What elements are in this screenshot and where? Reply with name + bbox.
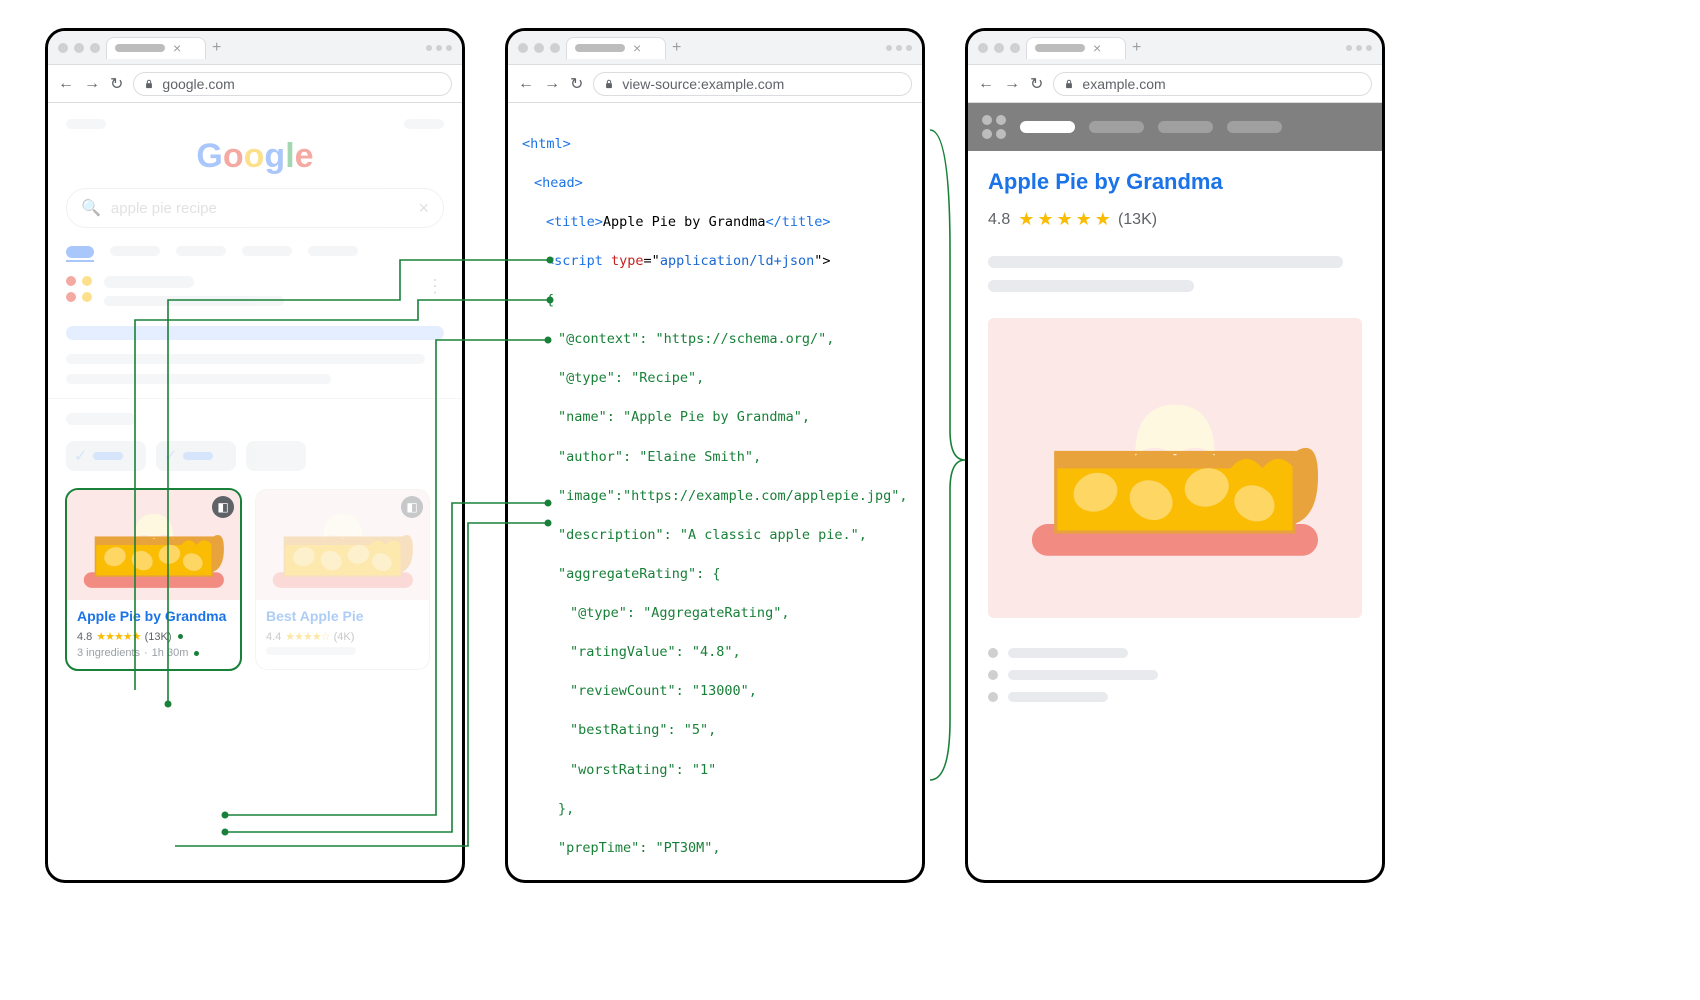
back-button[interactable]: ← xyxy=(58,75,74,93)
pie-illustration xyxy=(1016,373,1334,564)
list-item xyxy=(988,648,1362,658)
list-item xyxy=(988,692,1362,702)
search-tab[interactable] xyxy=(176,246,226,256)
recipe-image: ◧ xyxy=(256,490,429,600)
url-text: google.com xyxy=(162,76,234,92)
search-tabs xyxy=(66,246,444,258)
list-item xyxy=(988,670,1362,680)
forward-button[interactable]: → xyxy=(544,75,560,93)
reload-button[interactable]: ↻ xyxy=(110,74,123,94)
window-controls xyxy=(58,43,100,53)
google-logo: Google xyxy=(66,137,444,176)
back-button[interactable]: ← xyxy=(978,75,994,93)
reload-button[interactable]: ↻ xyxy=(570,74,583,94)
url-bar[interactable]: google.com xyxy=(133,72,452,96)
source-code: <html> <head> <title>Apple Pie by Grandm… xyxy=(508,103,922,883)
search-tab[interactable] xyxy=(308,246,358,256)
reload-button[interactable]: ↻ xyxy=(1030,74,1043,94)
recipe-page-frame: × + ← → ↻ example.com Apple Pie by Grand… xyxy=(965,28,1385,883)
browser-tab[interactable]: × xyxy=(566,37,666,59)
url-text: view-source:example.com xyxy=(622,76,784,92)
search-box[interactable]: 🔍 apple pie recipe × xyxy=(66,188,444,228)
site-logo[interactable] xyxy=(982,115,1006,139)
search-tab[interactable] xyxy=(110,246,160,256)
browser-tabs-row: × + xyxy=(508,31,922,65)
browser-tabs-row: × + xyxy=(968,31,1382,65)
nav-item[interactable] xyxy=(1227,121,1282,133)
more-icon[interactable]: ⋮ xyxy=(426,276,444,306)
connector-dot xyxy=(178,634,183,639)
new-tab-icon[interactable]: + xyxy=(672,39,681,57)
lock-icon xyxy=(604,79,614,89)
browser-nav-row: ← → ↻ google.com xyxy=(48,65,462,103)
pie-illustration xyxy=(76,489,232,620)
recipe-card[interactable]: ◧ Apple Pie by Grandma 4.8 ★★★★★ (13K) 3… xyxy=(66,489,241,670)
search-tab[interactable] xyxy=(242,246,292,256)
page-rating: 4.8 ★ ★ ★ ★ ★ (13K) xyxy=(988,209,1362,230)
connector-dot xyxy=(194,651,199,656)
bookmark-icon[interactable]: ◧ xyxy=(401,496,423,518)
url-bar[interactable]: view-source:example.com xyxy=(593,72,912,96)
search-tab-active[interactable] xyxy=(66,246,94,258)
stars-icon: ★★★★★ xyxy=(96,630,140,643)
recipe-card[interactable]: ◧ Best Apple Pie 4.4 ★★★★☆ (4K) xyxy=(255,489,430,670)
nav-item[interactable] xyxy=(1089,121,1144,133)
stars-icon: ★ ★ ★ ★ ★ xyxy=(1018,209,1110,230)
browser-tabs-row: × + xyxy=(48,31,462,65)
browser-tab[interactable]: × xyxy=(106,37,206,59)
recipe-hero-image xyxy=(988,318,1362,618)
clear-search-icon[interactable]: × xyxy=(418,198,429,219)
lock-icon xyxy=(1064,79,1074,89)
tab-close-icon[interactable]: × xyxy=(173,41,181,55)
search-results-frame: × + ← → ↻ google.com Google 🔍 apple pie … xyxy=(45,28,465,883)
search-icon: 🔍 xyxy=(81,198,101,218)
new-tab-icon[interactable]: + xyxy=(1132,39,1141,57)
back-button[interactable]: ← xyxy=(518,75,534,93)
recipe-meta: 3 ingredients · 1h 30m xyxy=(77,647,230,659)
browser-nav-row: ← → ↻ example.com xyxy=(968,65,1382,103)
recipe-rating: 4.8 ★★★★★ (13K) xyxy=(77,630,230,643)
search-result[interactable]: ⋮ xyxy=(66,276,444,306)
result-favicon xyxy=(66,276,94,304)
window-menu-icon xyxy=(426,45,452,51)
site-header xyxy=(968,103,1382,151)
search-query: apple pie recipe xyxy=(111,200,217,217)
recipe-image: ◧ xyxy=(67,490,240,600)
tab-close-icon[interactable]: × xyxy=(633,41,641,55)
page-title: Apple Pie by Grandma xyxy=(988,169,1362,195)
view-source-frame: × + ← → ↻ view-source:example.com <html>… xyxy=(505,28,925,883)
lock-icon xyxy=(144,79,154,89)
url-bar[interactable]: example.com xyxy=(1053,72,1372,96)
url-text: example.com xyxy=(1082,76,1165,92)
forward-button[interactable]: → xyxy=(84,75,100,93)
bookmark-icon[interactable]: ◧ xyxy=(212,496,234,518)
recipe-page-body: Apple Pie by Grandma 4.8 ★ ★ ★ ★ ★ (13K) xyxy=(968,151,1382,732)
tab-close-icon[interactable]: × xyxy=(1093,41,1101,55)
new-tab-icon[interactable]: + xyxy=(212,39,221,57)
nav-item[interactable] xyxy=(1158,121,1213,133)
nav-item[interactable] xyxy=(1020,121,1075,133)
browser-tab[interactable]: × xyxy=(1026,37,1126,59)
recipe-rating: 4.4 ★★★★☆ (4K) xyxy=(266,630,419,643)
recipe-carousel: ◧ Apple Pie by Grandma 4.8 ★★★★★ (13K) 3… xyxy=(66,489,444,670)
browser-nav-row: ← → ↻ view-source:example.com xyxy=(508,65,922,103)
forward-button[interactable]: → xyxy=(1004,75,1020,93)
search-results-body: Google 🔍 apple pie recipe × ⋮ xyxy=(48,103,462,670)
